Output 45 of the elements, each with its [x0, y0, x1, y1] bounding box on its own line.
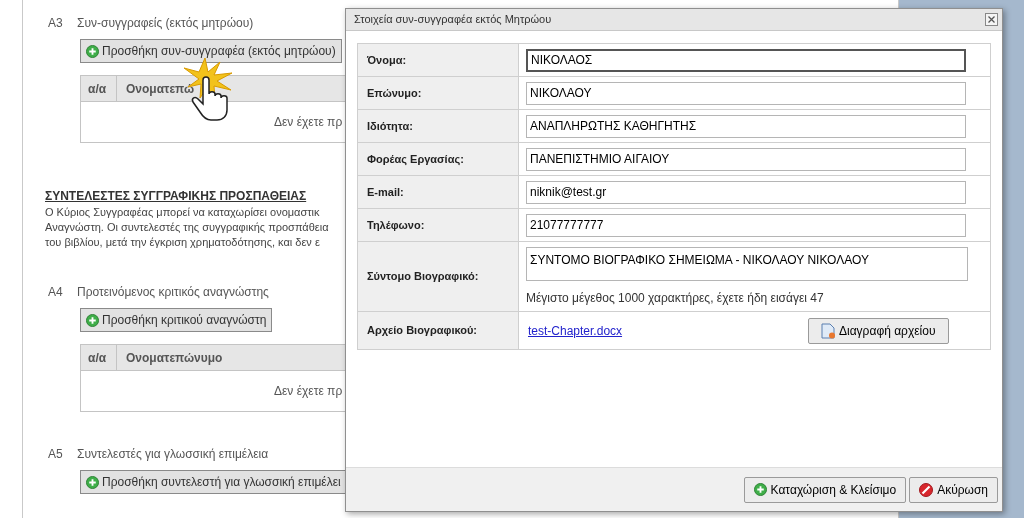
section-title: Συν-συγγραφείς (εκτός μητρώου): [77, 15, 254, 32]
column-header: Ονοματεπώ: [126, 80, 195, 98]
dialog-title: Στοιχεία συν-συγγραφέα εκτός Μητρώου: [354, 12, 552, 28]
plus-icon: [86, 313, 99, 327]
section-code: A4: [47, 284, 64, 301]
cancel-button[interactable]: Ακύρωση: [909, 476, 998, 503]
field-label: Σύντομο Βιογραφικό:: [358, 242, 519, 311]
plus-icon: [753, 483, 767, 496]
document-icon: [821, 322, 836, 339]
delete-file-button[interactable]: Διαγραφή αρχείου: [808, 317, 949, 344]
section-code: A5: [47, 446, 64, 463]
empty-table-message: Δεν έχετε πρ: [274, 114, 343, 131]
contributors-heading: ΣΥΝΤΕΛΕΣΤΕΣ ΣΥΓΓΡΑΦΙΚΗΣ ΠΡΟΣΠΑΘΕΙΑΣ: [45, 188, 307, 205]
textarea-field[interactable]: ΣΥΝΤΟΜΟ ΒΙΟΓΡΑΦΙΚΟ ΣΗΜΕΙΩΜΑ - ΝΙΚΟΛΑΟΥ ΝΙΚΟΛΑΟΥ: [526, 247, 968, 281]
character-limit-hint: Μέγιστο μέγεθος 1000 χαρακτήρες, έχετε ήδη εισάγει 47: [526, 290, 825, 307]
section-code: A3: [47, 15, 64, 32]
field-label: E-mail:: [358, 176, 519, 208]
field-label: Ιδιότητα:: [358, 110, 519, 142]
column-header: α/α: [88, 80, 107, 98]
contributors-description: Ο Κύριος Συγγραφέας μπορεί να καταχωρίσει ονομαστικ Αναγνώστη. Οι συντελεστές της συγγραφικής προσπάθεια του βιβλίου, μετά την έγκριση χρηματοδότησης, και δεν ε: [45, 205, 329, 250]
plus-icon: [86, 44, 99, 58]
column-header: α/α: [88, 349, 107, 367]
text-field[interactable]: 21077777777: [526, 213, 966, 237]
file-link[interactable]: test-Chapter.docx: [528, 321, 808, 340]
add-button[interactable]: Προσθήκη συν-συγγραφέα (εκτός μητρώου): [80, 39, 342, 63]
plus-icon: [86, 475, 99, 489]
text-field[interactable]: ΠΑΝΕΠΙΣΤΗΜΙΟ ΑΙΓΑΙΟΥ: [526, 147, 966, 171]
section-title: Προτεινόμενος κριτικός αναγνώστης: [77, 284, 269, 301]
field-label: Αρχείο Βιογραφικού:: [358, 312, 519, 349]
save-close-button[interactable]: Καταχώριση & Κλείσιμο: [743, 476, 907, 503]
empty-table-message: Δεν έχετε πρ: [274, 383, 343, 400]
close-icon[interactable]: [985, 13, 998, 26]
field-label: Τηλέφωνο:: [358, 209, 519, 241]
cancel-icon: [919, 482, 934, 497]
field-label: Επώνυμο:: [358, 77, 519, 109]
column-header: Ονοματεπώνυμο: [126, 349, 223, 367]
text-field[interactable]: ΝΙΚΟΛΑΟΣ: [526, 48, 966, 72]
text-field[interactable]: niknik@test.gr: [526, 180, 966, 204]
text-field[interactable]: ΝΙΚΟΛΑΟΥ: [526, 81, 966, 105]
text-field[interactable]: ΑΝΑΠΛΗΡΩΤΗΣ ΚΑΘΗΓΗΤΗΣ: [526, 114, 966, 138]
field-label: Φορέας Εργασίας:: [358, 143, 519, 175]
add-button[interactable]: Προσθήκη κριτικού αναγνώστη: [80, 308, 273, 332]
section-title: Συντελεστές για γλωσσική επιμέλεια: [77, 446, 269, 463]
add-button[interactable]: Προσθήκη συντελεστή για γλωσσική επιμέλει: [80, 470, 347, 494]
field-label: Όνομα:: [358, 44, 519, 76]
